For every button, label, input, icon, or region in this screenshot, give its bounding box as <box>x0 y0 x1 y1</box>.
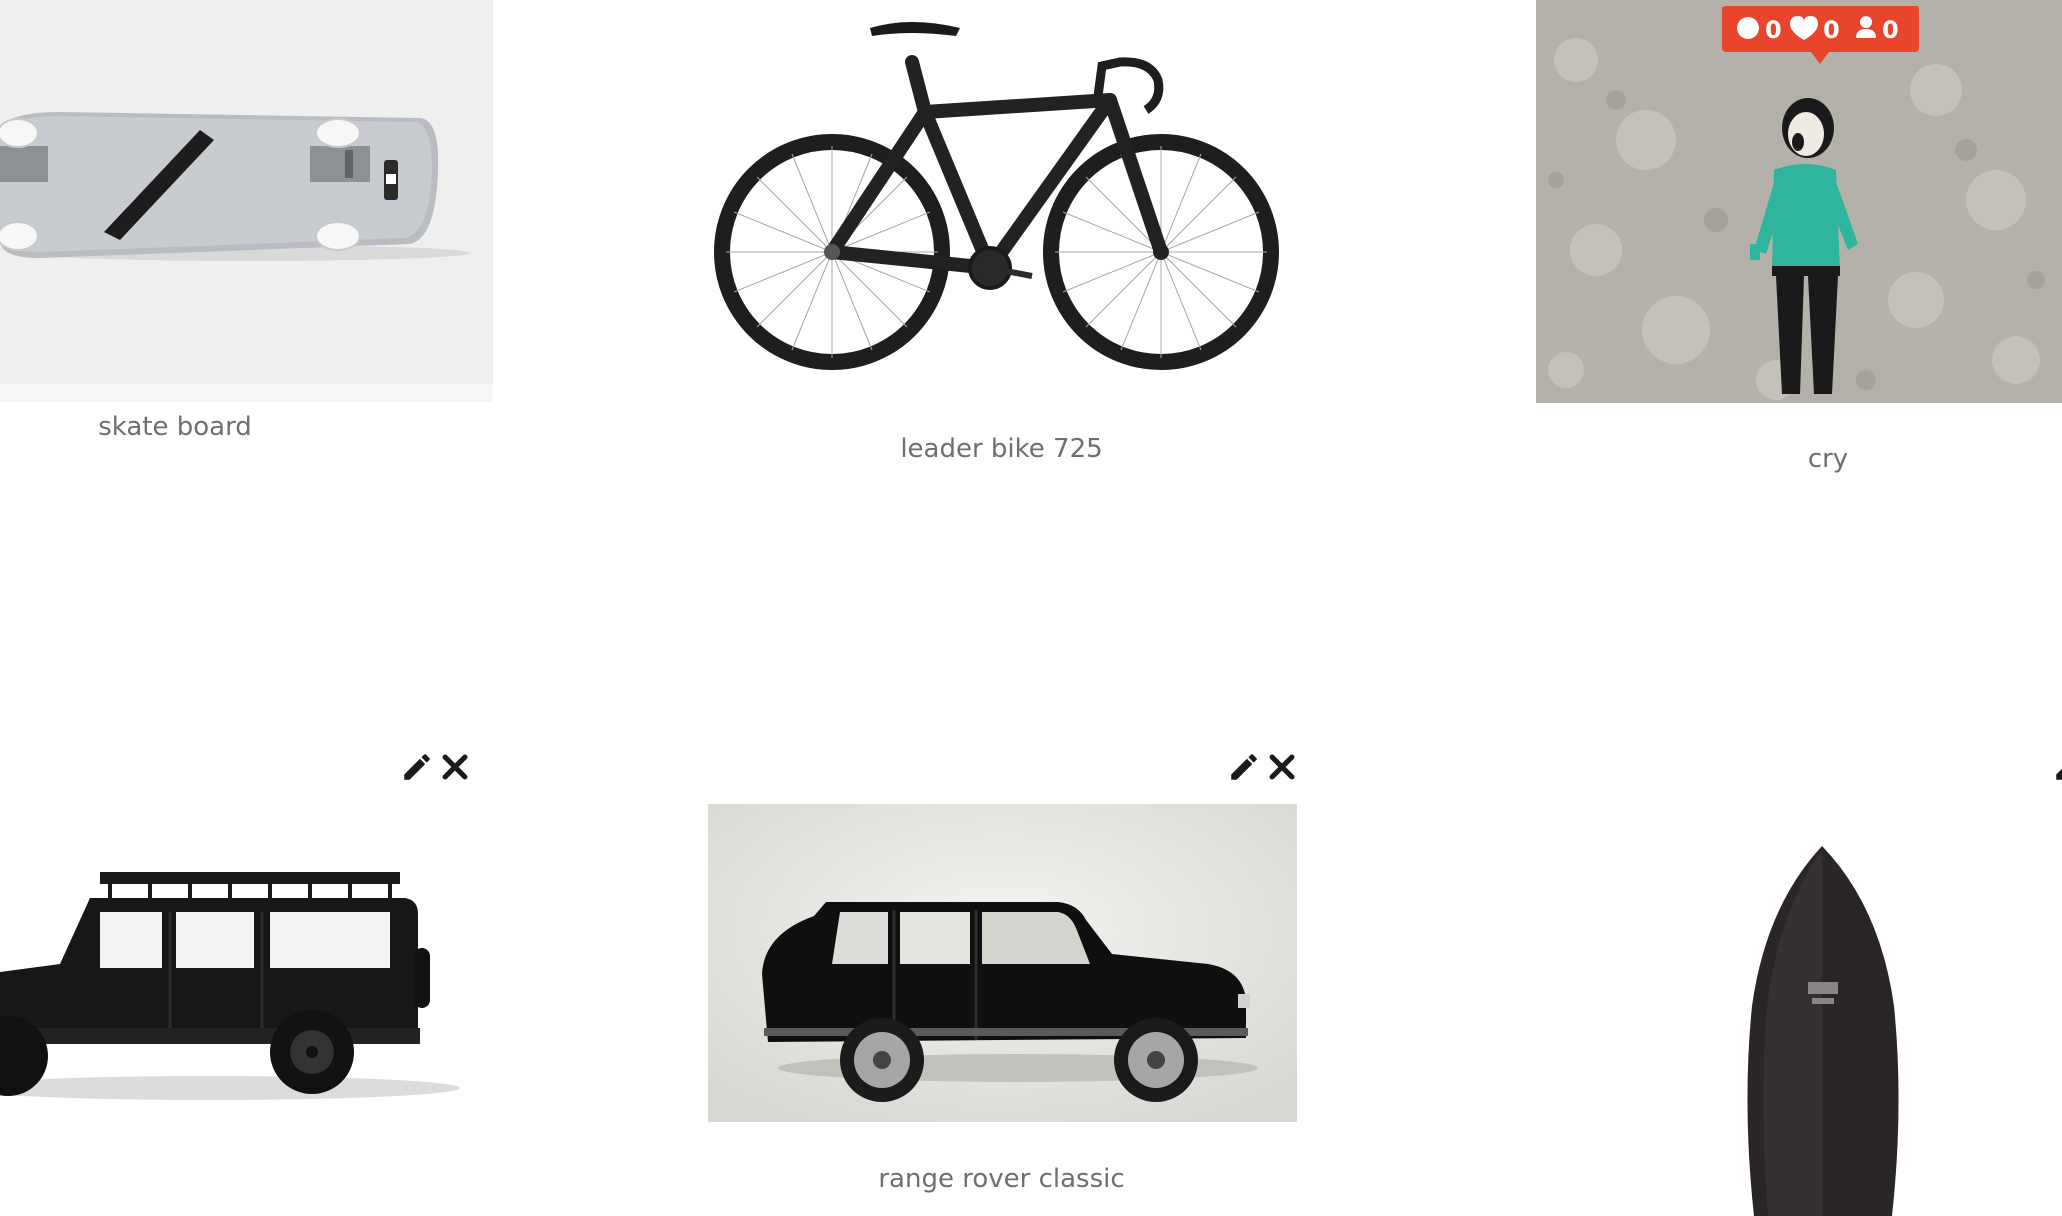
mural-like-count: 0 <box>1823 16 1840 44</box>
product-caption: skate board <box>98 412 252 442</box>
delete-button[interactable] <box>438 750 472 784</box>
product-image-range-rover-classic[interactable] <box>708 804 1297 1122</box>
card-actions <box>2052 750 2062 784</box>
product-image-defender[interactable] <box>0 852 480 1102</box>
card-actions <box>1227 750 1299 784</box>
close-icon <box>442 754 468 780</box>
pencil-icon <box>404 754 430 780</box>
pencil-icon <box>1231 754 1257 780</box>
product-image-leader-bike-725[interactable] <box>710 0 1300 400</box>
product-card-range-rover-classic[interactable]: range rover classic <box>707 744 1303 1216</box>
product-image-skate-board[interactable] <box>0 0 493 402</box>
mural-comment-count: 0 <box>1765 16 1782 44</box>
product-card-defender[interactable] <box>0 744 495 1216</box>
edit-button[interactable] <box>400 750 434 784</box>
edit-button[interactable] <box>2052 750 2062 784</box>
pencil-icon <box>2056 768 2062 780</box>
delete-button[interactable] <box>1265 750 1299 784</box>
product-image-surfboard[interactable] <box>1736 846 1936 1216</box>
product-caption: range rover classic <box>878 1164 1125 1194</box>
product-card-skate-board[interactable]: skate board <box>0 0 495 460</box>
product-image-cry[interactable]: 0 0 0 <box>1536 0 2062 403</box>
mural-follower-count: 0 <box>1882 16 1899 44</box>
product-card-cry[interactable]: 0 0 0 cry <box>1536 0 2062 490</box>
product-caption: leader bike 725 <box>900 434 1103 464</box>
product-card-surfboard[interactable] <box>1536 744 2062 1216</box>
product-card-leader-bike-725[interactable]: leader bike 725 <box>710 0 1300 480</box>
edit-button[interactable] <box>1227 750 1261 784</box>
close-icon <box>1269 754 1295 780</box>
card-actions <box>400 750 472 784</box>
product-caption: cry <box>1807 444 1849 474</box>
